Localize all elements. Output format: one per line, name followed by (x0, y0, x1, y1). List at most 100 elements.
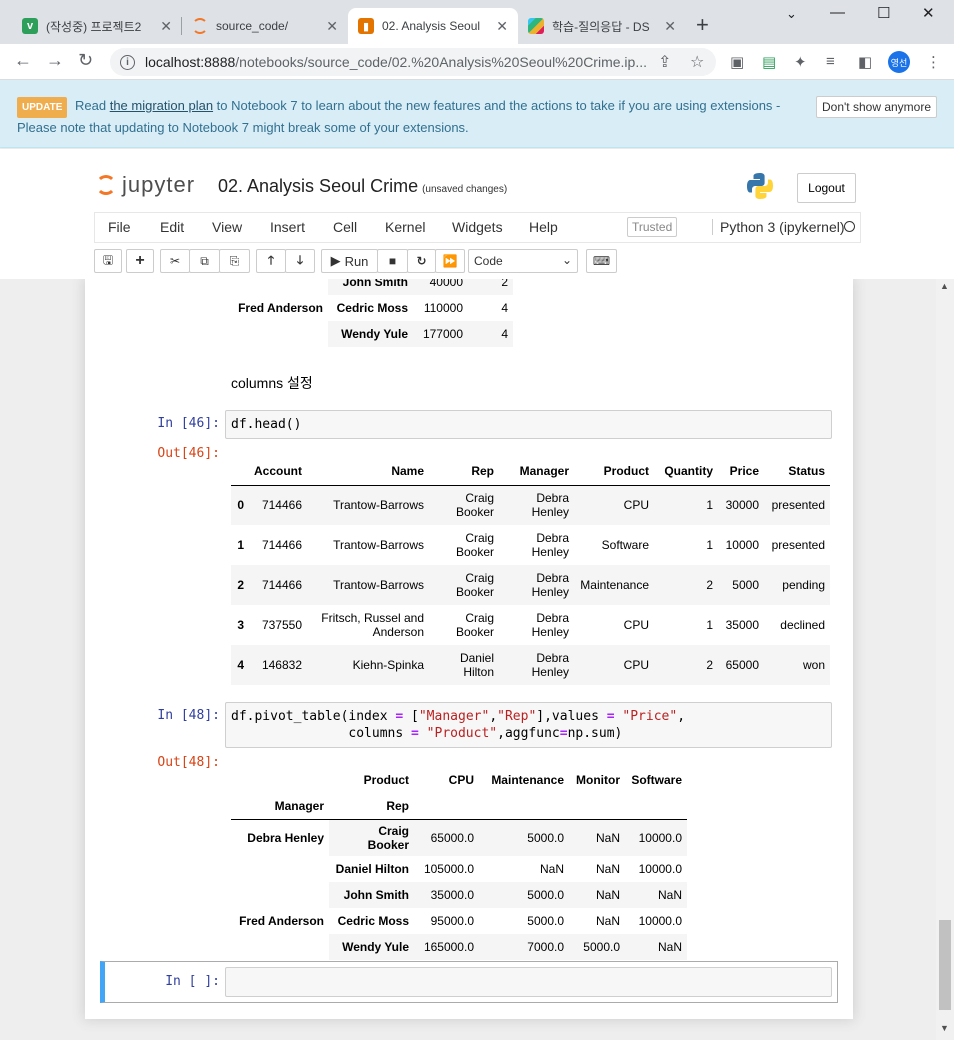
maximize-icon[interactable]: ☐ (877, 4, 890, 22)
menu-help[interactable]: Help (529, 219, 558, 235)
copy-button[interactable]: ⧉ (189, 249, 220, 273)
cell-type-select[interactable]: Code ⌄ (468, 249, 578, 273)
banner-text: to Notebook 7 to learn about the new fea… (216, 98, 781, 113)
back-icon[interactable]: ← (14, 50, 32, 71)
trusted-indicator[interactable]: Trusted (627, 217, 678, 237)
restart-run-all-button[interactable]: ⏩ (435, 249, 465, 273)
code-input[interactable]: df.pivot_table(index = ["Manager","Rep"]… (225, 702, 832, 748)
table-cell: 2 (468, 279, 513, 295)
extensions-puzzle-icon[interactable]: ✦ (794, 53, 807, 71)
table-cell: 714466 (261, 538, 302, 552)
page-scrollbar[interactable]: ▲ ▼ (936, 279, 954, 1040)
close-tab-icon[interactable]: ✕ (326, 18, 338, 35)
forward-icon[interactable]: → (46, 50, 64, 71)
media-control-icon[interactable]: ≡ (826, 53, 835, 70)
paste-button[interactable]: ⎘ (219, 249, 250, 273)
tab-favicon-icon: v (22, 18, 38, 34)
close-tab-icon[interactable]: ✕ (496, 18, 508, 35)
browser-menu-icon[interactable]: ⋮ (926, 53, 941, 71)
run-button[interactable]: ▶ Run (321, 249, 378, 273)
table-cell: NaN (595, 861, 620, 876)
cut-button[interactable]: ✂ (160, 249, 190, 273)
jupyter-logo-icon (96, 175, 116, 195)
table-cell: CPU (623, 618, 649, 632)
column-header: Price (718, 457, 764, 486)
extension-icon[interactable]: ▤ (762, 53, 776, 71)
table-cell: won (802, 658, 825, 672)
index-cell (231, 882, 329, 908)
table-cell: 146832 (261, 658, 302, 672)
paste-icon: ⎘ (229, 253, 240, 268)
index-cell (228, 321, 328, 347)
menu-file[interactable]: File (108, 219, 131, 235)
move-down-button[interactable]: 🡓 (285, 249, 315, 273)
table-row: 3 737550 Fritsch, Russel and Anderson Craig… (231, 605, 830, 645)
browser-tab[interactable]: 학습-질의응답 - DS ✕ (518, 8, 686, 44)
scroll-thumb[interactable] (939, 920, 951, 1010)
migration-plan-link[interactable]: the migration plan (110, 98, 213, 113)
new-tab-icon[interactable]: + (696, 12, 709, 38)
code-input[interactable]: df.head() (225, 410, 832, 439)
browser-tab-active[interactable]: ▮ 02. Analysis Seoul ✕ (348, 8, 518, 44)
scroll-down-icon[interactable]: ▼ (940, 1023, 949, 1033)
share-icon[interactable]: ⇪ (658, 52, 671, 72)
menu-kernel[interactable]: Kernel (385, 219, 425, 235)
jupyter-logo[interactable]: jupyter (96, 172, 195, 198)
output-prompt: Out[46]: (157, 446, 220, 461)
bookmark-star-icon[interactable]: ☆ (690, 52, 704, 72)
update-badge: UPDATE (17, 97, 68, 118)
index-name-header: Rep (329, 793, 414, 820)
table-cell: Craig Booker (455, 611, 494, 639)
interrupt-button[interactable]: ■ (377, 249, 408, 273)
menu-widgets[interactable]: Widgets (452, 219, 503, 235)
table-cell: pending (782, 578, 825, 592)
menu-edit[interactable]: Edit (160, 219, 184, 235)
table-cell: Debra Henley (531, 611, 569, 639)
table-cell: Kiehn-Spinka (352, 658, 424, 672)
close-window-icon[interactable]: ✕ (922, 4, 935, 22)
column-header: Name (307, 457, 429, 486)
table-cell: 5000.0 (479, 819, 569, 856)
profile-avatar[interactable]: 영선 (888, 51, 910, 73)
notebook-title[interactable]: 02. Analysis Seoul Crime (unsaved changes… (218, 176, 507, 197)
table-cell: Software (601, 538, 649, 552)
command-palette-button[interactable]: ⌨ (586, 249, 617, 273)
tab-title: 02. Analysis Seoul (382, 19, 481, 33)
logout-button[interactable]: Logout (797, 173, 856, 203)
site-info-icon[interactable]: i (120, 54, 135, 70)
dont-show-anymore-button[interactable]: Don't show anymore (816, 96, 938, 118)
column-header (231, 767, 329, 793)
table-cell: Craig Booker (455, 571, 494, 599)
table-cell: CPU (623, 498, 649, 513)
index-cell (228, 279, 328, 295)
save-button[interactable]: 🖫 (94, 249, 122, 273)
table-cell: presented (771, 498, 825, 513)
tab-search-icon[interactable]: ⌄ (786, 6, 797, 22)
index-name-header: Manager (231, 793, 329, 820)
scissors-icon: ✂ (169, 254, 181, 268)
input-prompt: In [48]: (157, 708, 220, 723)
extension-icon[interactable]: ▣ (730, 53, 744, 71)
close-tab-icon[interactable]: ✕ (664, 18, 676, 35)
reload-icon[interactable]: ↻ (78, 50, 93, 71)
table-cell: 10000.0 (638, 913, 682, 928)
pivot-table-partial: John Smith 40000 2 Fred Anderson Cedric … (228, 279, 513, 347)
insert-cell-button[interactable]: + (126, 249, 154, 273)
table-cell: 65000.0 (414, 819, 479, 856)
browser-tab[interactable]: v (작성중) 프로젝트2 ✕ (12, 8, 182, 44)
menu-insert[interactable]: Insert (270, 219, 305, 235)
move-up-button[interactable]: 🡑 (256, 249, 286, 273)
restart-button[interactable]: ↻ (407, 249, 436, 273)
browser-tab[interactable]: source_code/ ✕ (182, 8, 348, 44)
table-cell: 7000.0 (479, 933, 569, 960)
scroll-up-icon[interactable]: ▲ (940, 281, 949, 291)
address-bar[interactable]: i localhost:8888/notebooks/source_code/0… (110, 48, 716, 76)
minimize-icon[interactable]: — (830, 4, 845, 21)
menu-view[interactable]: View (212, 219, 242, 235)
code-input-empty[interactable] (225, 967, 832, 997)
close-tab-icon[interactable]: ✕ (160, 18, 172, 35)
menu-cell[interactable]: Cell (333, 219, 357, 235)
side-panel-icon[interactable]: ◧ (858, 53, 872, 71)
index-cell: Daniel Hilton (335, 861, 409, 876)
index-cell: John Smith (328, 279, 413, 295)
